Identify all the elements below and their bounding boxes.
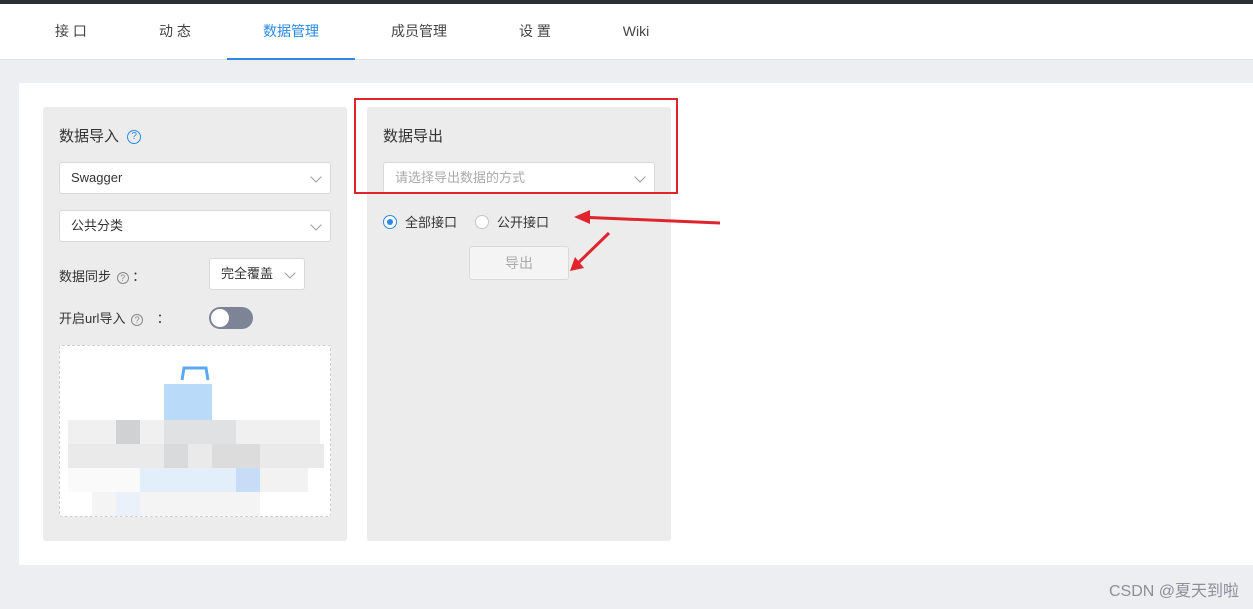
annotation-arrow-diagonal xyxy=(570,231,611,271)
watermark: CSDN @夏天到啦 xyxy=(1108,583,1239,600)
annotation-arrow-right xyxy=(574,210,721,225)
annotation-arrows xyxy=(570,210,721,271)
